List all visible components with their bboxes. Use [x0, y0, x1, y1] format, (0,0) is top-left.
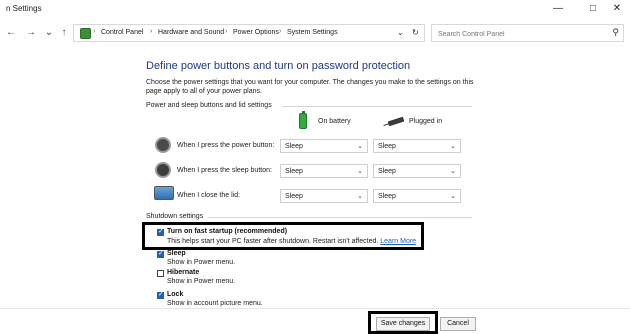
- lock-option-description: Show in account picture menu.: [167, 300, 263, 307]
- page-title: Define power buttons and turn on passwor…: [146, 60, 411, 72]
- control-panel-icon: [80, 28, 91, 39]
- search-input[interactable]: [436, 26, 610, 42]
- title-bar: n Settings — □ ✕: [0, 0, 630, 20]
- select-value: Sleep: [285, 193, 303, 200]
- breadcrumb-control-panel[interactable]: Control Panel: [101, 29, 143, 36]
- sleep-button-battery-select[interactable]: Sleep ⌄: [280, 164, 368, 178]
- shutdown-section-title: Shutdown settings: [146, 213, 204, 220]
- close-lid-label: When I close the lid:: [177, 192, 241, 199]
- breadcrumb-hardware-and-sound[interactable]: Hardware and Sound: [158, 29, 224, 36]
- hibernate-checkbox[interactable]: [157, 270, 164, 277]
- search-box[interactable]: ⚲: [431, 24, 624, 42]
- select-value: Sleep: [378, 193, 396, 200]
- column-plugged-in: Plugged in: [409, 118, 443, 125]
- page-description: Choose the power settings that you want …: [146, 79, 474, 95]
- power-button-battery-select[interactable]: Sleep ⌄: [280, 139, 368, 153]
- breadcrumb-power-options[interactable]: Power Options: [233, 29, 279, 36]
- sleep-moon-icon: [155, 162, 171, 178]
- close-lid-plugged-select[interactable]: Sleep ⌄: [373, 189, 461, 203]
- sleep-option-description: Show in Power menu.: [167, 259, 236, 266]
- up-button[interactable]: ↑: [57, 26, 71, 40]
- minimize-button[interactable]: —: [548, 2, 568, 16]
- highlight-box-save: [368, 311, 438, 334]
- section-divider: [282, 106, 472, 107]
- footer-divider: [0, 308, 630, 309]
- lock-checkbox[interactable]: [157, 290, 164, 299]
- hibernate-option-description: Show in Power menu.: [167, 278, 236, 285]
- plug-icon: [387, 116, 405, 127]
- hibernate-option-label: Hibernate: [167, 269, 200, 276]
- search-icon[interactable]: ⚲: [612, 27, 619, 38]
- sleep-checkbox[interactable]: [157, 249, 164, 258]
- power-icon: [155, 137, 171, 153]
- power-button-plugged-select[interactable]: Sleep ⌄: [373, 139, 461, 153]
- breadcrumb-system-settings[interactable]: System Settings: [287, 29, 338, 36]
- column-on-battery: On battery: [318, 118, 351, 125]
- section-divider: [208, 217, 472, 218]
- lock-option-label: Lock: [167, 291, 184, 298]
- forward-button[interactable]: →: [24, 26, 38, 40]
- power-button-label: When I press the power button:: [177, 142, 275, 149]
- sleep-option-label: Sleep: [167, 250, 186, 257]
- laptop-lid-icon: [154, 186, 174, 200]
- window-title: n Settings: [6, 4, 42, 13]
- cancel-button[interactable]: Cancel: [440, 317, 476, 331]
- select-value: Sleep: [378, 143, 396, 150]
- chevron-right-icon: ›: [150, 28, 153, 35]
- sleep-button-plugged-select[interactable]: Sleep ⌄: [373, 164, 461, 178]
- chevron-down-icon: ⌄: [450, 168, 456, 175]
- chevron-down-icon: ⌄: [357, 143, 363, 150]
- chevron-down-icon: ⌄: [357, 168, 363, 175]
- power-section-title: Power and sleep buttons and lid settings: [146, 102, 272, 109]
- recent-locations-button[interactable]: ⌄: [42, 26, 56, 40]
- select-value: Sleep: [285, 168, 303, 175]
- chevron-down-icon: ⌄: [357, 193, 363, 200]
- close-lid-battery-select[interactable]: Sleep ⌄: [280, 189, 368, 203]
- address-bar[interactable]: › Control Panel › Hardware and Sound › P…: [73, 24, 425, 42]
- chevron-right-icon: ›: [93, 28, 96, 35]
- maximize-button[interactable]: □: [583, 2, 603, 16]
- battery-icon: [299, 111, 307, 129]
- back-button[interactable]: ←: [4, 26, 18, 40]
- close-button[interactable]: ✕: [607, 2, 627, 16]
- select-value: Sleep: [378, 168, 396, 175]
- chevron-right-icon: ›: [279, 28, 282, 35]
- refresh-button[interactable]: ↻: [412, 28, 419, 37]
- sleep-button-label: When I press the sleep button:: [177, 167, 272, 174]
- chevron-right-icon: ›: [225, 28, 228, 35]
- chevron-down-icon: ⌄: [450, 193, 456, 200]
- highlight-box-fast-startup: [142, 222, 424, 250]
- chevron-down-icon: ⌄: [450, 143, 456, 150]
- select-value: Sleep: [285, 143, 303, 150]
- address-dropdown-button[interactable]: ⌄: [397, 28, 404, 37]
